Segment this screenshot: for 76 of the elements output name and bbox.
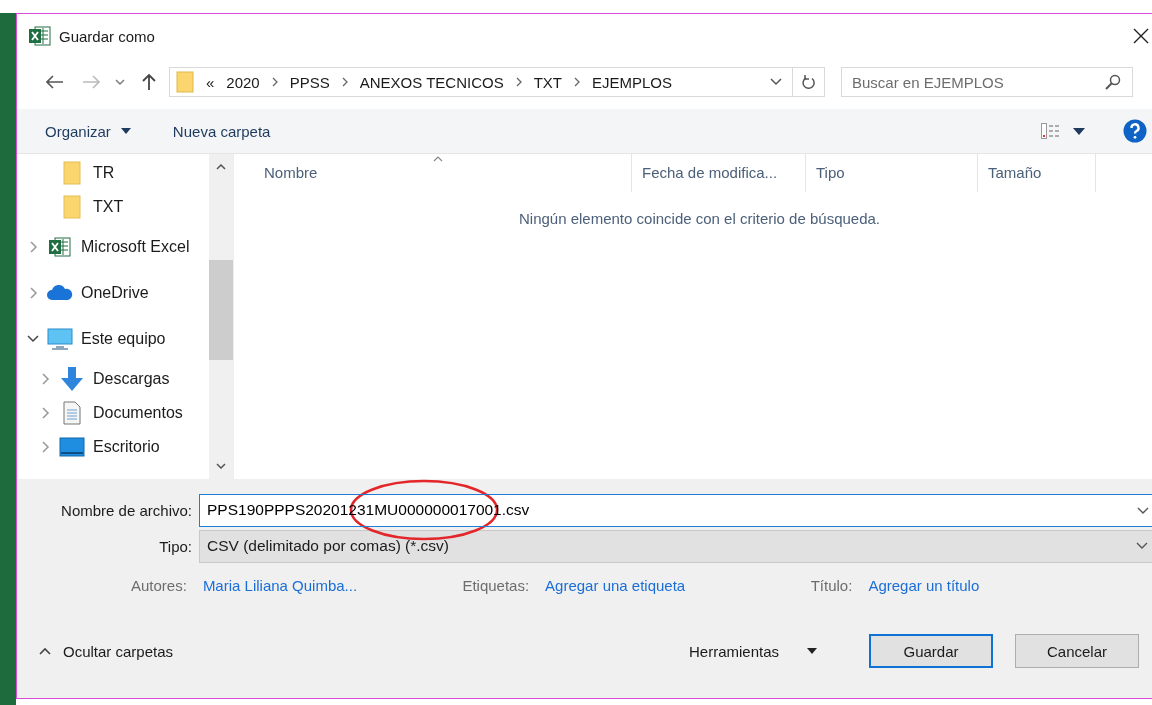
download-arrow-icon (59, 367, 85, 391)
chevron-right-icon[interactable] (39, 407, 51, 419)
navigation-item[interactable]: OneDrive (17, 270, 209, 316)
chevron-right-icon (515, 77, 522, 87)
view-options-button[interactable] (1041, 123, 1085, 139)
tools-menu-button[interactable]: Herramientas (688, 642, 817, 660)
file-type-label: Tipo: (158, 537, 193, 555)
navigation-item[interactable]: Microsoft Excel (17, 224, 209, 270)
close-icon (1133, 28, 1149, 44)
folder-icon (176, 71, 194, 93)
column-header[interactable]: Tamaño (978, 154, 1096, 192)
spreadsheet-app-icon (47, 237, 73, 257)
navigation-item[interactable]: TXT (17, 190, 209, 224)
breadcrumb-item[interactable]: PPSS (289, 73, 330, 91)
scrollbar[interactable] (209, 154, 233, 479)
chevron-right-icon (574, 77, 580, 87)
navigation-item[interactable]: Documentos (17, 396, 209, 430)
window-title: Guardar como (59, 27, 155, 45)
metadata-label: Etiquetas: (462, 577, 530, 594)
chevron-right-icon[interactable] (39, 441, 51, 453)
help-icon (1123, 119, 1147, 143)
dialog-button[interactable]: Cancelar (1015, 634, 1139, 668)
scroll-down-icon[interactable] (216, 463, 226, 469)
chevron-right-icon[interactable] (27, 241, 39, 253)
chevron-right-icon (341, 77, 348, 87)
metadata-label: Título: (810, 577, 853, 594)
address-bar[interactable]: « 2020 PPSS ANEXOS TECNICOS TXT EJEMPLOS (169, 67, 793, 97)
breadcrumb-item[interactable]: EJEMPLOS (592, 73, 673, 91)
file-type-dropdown[interactable]: CSV (delimitado por comas) (*.csv) (199, 529, 1152, 563)
search-icon (1105, 74, 1121, 90)
hide-folders-button[interactable]: Ocultar carpetas (39, 642, 174, 660)
spreadsheet-app-icon (29, 26, 51, 46)
chevron-down-icon (1136, 542, 1148, 550)
breadcrumb-item[interactable]: 2020 (226, 73, 260, 91)
sort-ascending-icon (432, 156, 443, 162)
column-header[interactable]: Tipo (806, 154, 978, 192)
caret-icon (807, 648, 817, 654)
navigation-item[interactable]: TR (17, 156, 209, 190)
monitor-icon (47, 328, 73, 350)
navigation-item[interactable]: Este equipo (17, 316, 209, 362)
dialog-button[interactable]: Guardar (869, 634, 993, 668)
breadcrumb-overflow[interactable]: « (206, 73, 215, 91)
navigation-item[interactable]: Escritorio (17, 430, 209, 464)
column-header[interactable]: Nombre (234, 154, 632, 192)
breadcrumb-item[interactable]: ANEXOS TECNICOS (359, 73, 504, 91)
breadcrumb-item[interactable]: TXT (533, 73, 562, 91)
back-arrow-icon (46, 75, 64, 89)
chevron-up-icon (39, 647, 51, 655)
metadata-link[interactable]: Agregar un título (868, 577, 980, 594)
chevron-down-icon (115, 79, 125, 85)
refresh-button[interactable] (793, 67, 825, 97)
up-arrow-icon (141, 73, 157, 91)
caret-icon (1073, 127, 1085, 135)
organize-menu-button[interactable]: Organizar (45, 122, 131, 140)
metadata-link[interactable]: Agregar una etiqueta (545, 577, 686, 594)
empty-message: Ningún elemento coincide con el criterio de búsqueda. (517, 210, 882, 227)
metadata-link[interactable]: Maria Liliana Quimba... (202, 577, 358, 594)
scroll-up-icon[interactable] (216, 164, 226, 170)
chevron-down-icon[interactable] (27, 335, 39, 343)
caret-icon (120, 128, 131, 134)
chevron-right-icon[interactable] (27, 287, 39, 299)
metadata-label: Autores: (131, 577, 187, 594)
cloud-icon (47, 285, 73, 301)
chevron-right-icon[interactable] (39, 373, 51, 385)
new-folder-button[interactable]: Nueva carpeta (172, 122, 271, 140)
chevron-right-icon (271, 77, 278, 87)
chevron-down-icon[interactable] (770, 78, 782, 86)
desktop-icon (59, 437, 85, 457)
refresh-icon (801, 74, 816, 90)
search-field[interactable]: Buscar en EJEMPLOS (841, 67, 1133, 97)
forward-arrow-icon (82, 75, 100, 89)
chevron-down-icon[interactable] (1137, 506, 1149, 515)
column-header[interactable]: Fecha de modifica... (632, 154, 806, 192)
navigation-item[interactable]: Descargas (17, 362, 209, 396)
help-button[interactable] (1123, 119, 1147, 143)
file-name-label: Nombre de archivo: (60, 501, 193, 519)
